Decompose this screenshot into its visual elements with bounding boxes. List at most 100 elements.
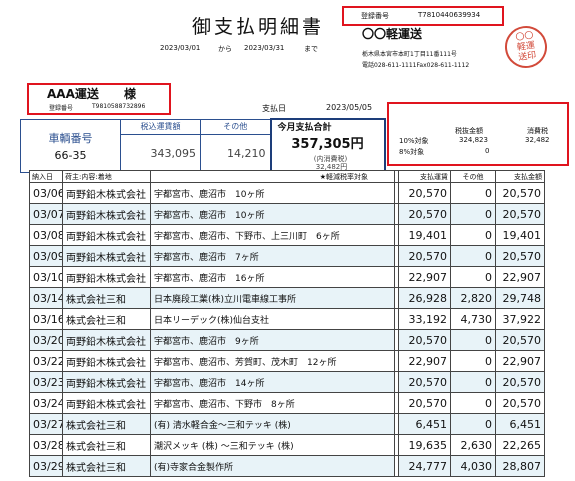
cell-total: 20,570 <box>495 182 545 204</box>
cell-date: 03/22 <box>29 350 63 372</box>
table-row: 03/20 両野鉛木株式会社 宇都宮市、鹿沼市 9ヶ所 20,570 0 20,570 <box>29 329 545 351</box>
cell-date: 03/06 <box>29 182 63 204</box>
cell-destination: 日本リーデック(株)仙台支社 <box>150 308 395 330</box>
cell-fare: 33,192 <box>398 308 451 330</box>
tax-included-block: (内消費税) 32,482円 <box>314 155 347 171</box>
fare-label: 税込運賃額 <box>120 118 201 135</box>
detail-table: 納入日 荷主:内容:着地 ★軽減税率対象 支払運賃 その他 支払金額 03/06… <box>29 170 545 477</box>
cell-other: 0 <box>450 182 496 204</box>
cell-fare: 20,570 <box>398 329 451 351</box>
cell-date: 03/10 <box>29 266 63 288</box>
cell-total: 6,451 <box>495 413 545 435</box>
cell-date: 03/27 <box>29 413 63 435</box>
cell-destination: 宇都宮市、鹿沼市、下野市 8ヶ所 <box>150 392 395 414</box>
document-title: 御支払明細書 <box>192 16 325 38</box>
cell-destination: 宇都宮市、鹿沼市 7ヶ所 <box>150 245 395 267</box>
tax-row-tax: 32,482 <box>525 136 550 144</box>
cell-fare: 22,907 <box>398 350 451 372</box>
monthly-total-value: 357,305円 <box>291 137 364 152</box>
cell-company: 両野鉛木株式会社 <box>62 329 151 351</box>
recipient-honorific: 様 <box>124 87 137 101</box>
cell-other: 0 <box>450 392 496 414</box>
cell-fare: 20,570 <box>398 392 451 414</box>
recipient-registration-number: T9810588732896 <box>92 103 146 110</box>
vehicle-number-label: 車輌番号 <box>48 131 93 145</box>
cell-company: 株式会社三和 <box>62 413 151 435</box>
tax-row-label: 10%対象 <box>399 137 429 145</box>
cell-company: 両野鉛木株式会社 <box>62 392 151 414</box>
table-row: 03/06 両野鉛木株式会社 宇都宮市、鹿沼市 10ヶ所 20,570 0 20,570 <box>29 182 545 204</box>
tax-row-amount: 0 <box>485 147 490 155</box>
table-row: 03/23 両野鉛木株式会社 宇都宮市、鹿沼市 14ヶ所 20,570 0 20,570 <box>29 371 545 393</box>
table-row: 03/24 両野鉛木株式会社 宇都宮市、鹿沼市、下野市 8ヶ所 20,570 0 20,5… <box>29 392 545 414</box>
table-row: 03/22 両野鉛木株式会社 宇都宮市、鹿沼市、芳賀町、茂木町 12ヶ所 22,907… <box>29 350 545 372</box>
cell-fare: 20,570 <box>398 371 451 393</box>
fare-value: 343,095 <box>120 133 201 173</box>
cell-fare: 20,570 <box>398 182 451 204</box>
table-row: 03/14 株式会社三和 日本廃段工業(株)立川電車線工事所 26,928 2,820 2… <box>29 287 545 309</box>
other-value: 14,210 <box>200 133 271 173</box>
cell-total: 19,401 <box>495 224 545 246</box>
cell-company: 株式会社三和 <box>62 308 151 330</box>
cell-total: 20,570 <box>495 371 545 393</box>
cell-fare: 19,401 <box>398 224 451 246</box>
cell-destination: 宇都宮市、鹿沼市 10ヶ所 <box>150 182 395 204</box>
cell-total: 29,748 <box>495 287 545 309</box>
col-header-fare: 支払運賃 <box>398 170 451 183</box>
tax-col-amount-header: 税抜金額 <box>455 127 483 135</box>
summary-table: 車輌番号 66-35 税込運賃額 その他 今月支払合計 357,305円 (内消… <box>20 118 386 173</box>
issuer-name: 〇〇軽運送 <box>362 27 423 41</box>
cell-other: 0 <box>450 266 496 288</box>
cell-company: 両野鉛木株式会社 <box>62 371 151 393</box>
cell-destination: 宇都宮市、鹿沼市 10ヶ所 <box>150 203 395 225</box>
cell-company: 株式会社三和 <box>62 455 151 477</box>
other-label: その他 <box>200 118 271 135</box>
cell-company: 株式会社三和 <box>62 287 151 309</box>
table-row: 03/07 両野鉛木株式会社 宇都宮市、鹿沼市 10ヶ所 20,570 0 20,570 <box>29 203 545 225</box>
payment-date: 2023/05/05 <box>326 103 373 112</box>
cell-total: 28,807 <box>495 455 545 477</box>
col-header-reduced-tax: ★軽減税率対象 <box>150 170 395 183</box>
cell-date: 03/24 <box>29 392 63 414</box>
cell-total: 37,922 <box>495 308 545 330</box>
issuer-registration-number: T7810440639934 <box>418 11 481 19</box>
monthly-total-cell: 今月支払合計 357,305円 (内消費税) 32,482円 <box>269 118 386 173</box>
cell-total: 20,570 <box>495 245 545 267</box>
cell-other: 4,030 <box>450 455 496 477</box>
cell-company: 両野鉛木株式会社 <box>62 182 151 204</box>
cell-date: 03/07 <box>29 203 63 225</box>
cell-fare: 20,570 <box>398 245 451 267</box>
table-row: 03/16 株式会社三和 日本リーデック(株)仙台支社 33,192 4,730 37,9… <box>29 308 545 330</box>
cell-other: 0 <box>450 245 496 267</box>
table-header-row: 納入日 荷主:内容:着地 ★軽減税率対象 支払運賃 その他 支払金額 <box>29 170 545 183</box>
cell-total: 22,907 <box>495 266 545 288</box>
table-row: 03/10 両野鉛木株式会社 宇都宮市、鹿沼市 16ヶ所 22,907 0 22,907 <box>29 266 545 288</box>
cell-other: 2,820 <box>450 287 496 309</box>
table-row: 03/29 株式会社三和 (有)寺家合金製作所 24,777 4,030 28,807 <box>29 455 545 477</box>
period-to-date: 2023/03/31 <box>244 44 285 52</box>
cell-date: 03/08 <box>29 224 63 246</box>
cell-total: 22,265 <box>495 434 545 456</box>
table-row: 03/27 株式会社三和 (有) 清水軽合金～三和テッキ (株) 6,451 0 6,45… <box>29 413 545 435</box>
period-to-label: まで <box>304 45 318 53</box>
recipient-registration-label: 登録番号 <box>49 105 74 112</box>
cell-other: 0 <box>450 350 496 372</box>
cell-fare: 20,570 <box>398 203 451 225</box>
cell-fare: 19,635 <box>398 434 451 456</box>
company-seal-stamp: 〇〇 軽運 送印 <box>502 23 550 71</box>
tax-breakdown-box: 税抜金額 消費税 10%対象 324,823 32,482 8%対象 0 <box>387 102 569 166</box>
cell-other: 0 <box>450 224 496 246</box>
cell-destination: 宇都宮市、鹿沼市 16ヶ所 <box>150 266 395 288</box>
vehicle-number: 66-35 <box>54 148 87 162</box>
cell-destination: 宇都宮市、鹿沼市 14ヶ所 <box>150 371 395 393</box>
cell-date: 03/20 <box>29 329 63 351</box>
cell-other: 2,630 <box>450 434 496 456</box>
issuer-address: 栃木県本宮市本町1丁目11番111号 <box>362 51 457 58</box>
vehicle-cell: 車輌番号 66-35 <box>20 118 121 173</box>
col-header-total: 支払金額 <box>495 170 545 183</box>
cell-company: 両野鉛木株式会社 <box>62 224 151 246</box>
cell-date: 03/28 <box>29 434 63 456</box>
cell-other: 0 <box>450 203 496 225</box>
cell-total: 22,907 <box>495 350 545 372</box>
table-row: 03/09 両野鉛木株式会社 宇都宮市、鹿沼市 7ヶ所 20,570 0 20,570 <box>29 245 545 267</box>
